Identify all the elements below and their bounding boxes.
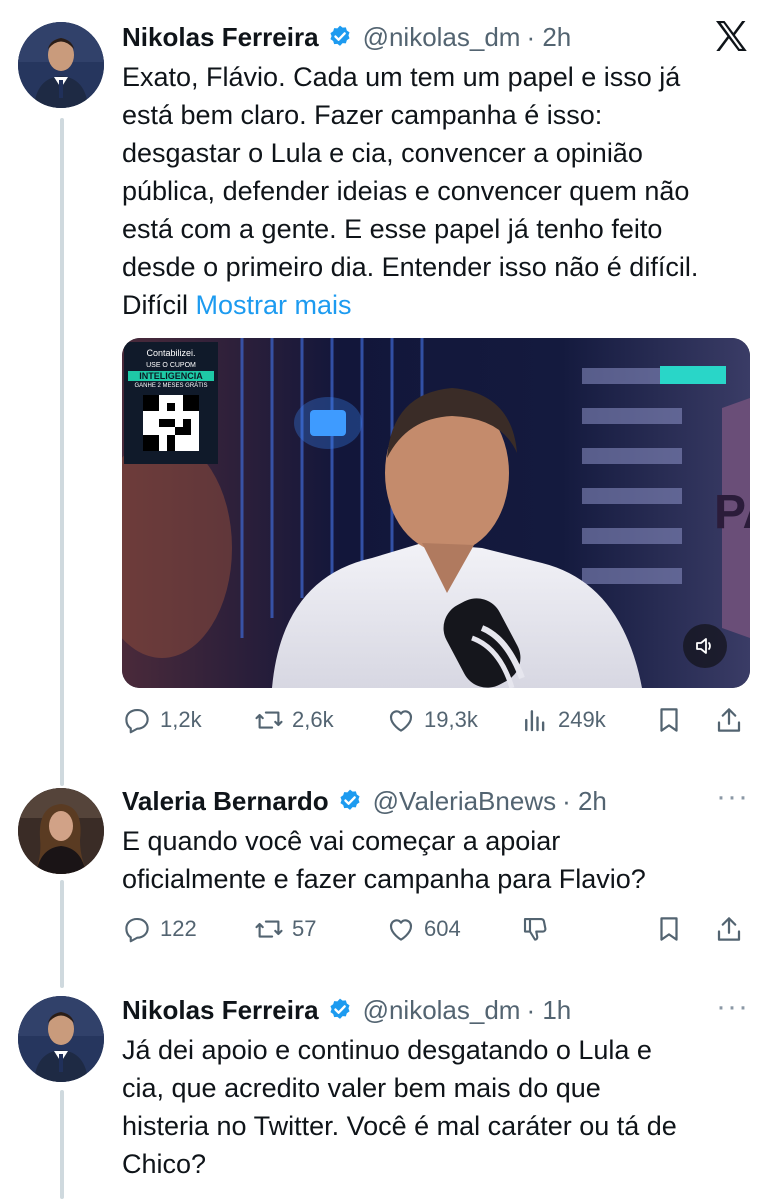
like-button[interactable]: 19,3k: [386, 700, 478, 740]
share-button[interactable]: [714, 909, 744, 949]
tweet-header: Nikolas Ferreira @nikolas_dm · 1h: [122, 993, 571, 1027]
tweet-text: Exato, Flávio. Cada um tem um papel e is…: [122, 58, 752, 324]
bookmark-button[interactable]: [654, 909, 684, 949]
username-handle[interactable]: @nikolas_dm: [363, 995, 521, 1026]
sponsor-line-1: USE O CUPOM: [146, 362, 196, 369]
timestamp[interactable]: · 2h: [526, 22, 571, 53]
reply-count: 122: [160, 916, 197, 941]
downvote-button[interactable]: [520, 909, 550, 949]
heart-icon: [389, 919, 413, 941]
reply-button[interactable]: 122: [122, 909, 197, 949]
display-name[interactable]: Valeria Bernardo: [122, 786, 329, 817]
sign-text: PA: [714, 486, 750, 539]
thread-line: [60, 1090, 64, 1199]
x-logo-icon[interactable]: [713, 18, 749, 54]
verified-badge-icon: [330, 998, 350, 1019]
thread-line: [60, 880, 64, 988]
avatar[interactable]: [18, 788, 104, 874]
mute-button[interactable]: [683, 624, 727, 668]
verified-badge-icon: [340, 789, 360, 810]
repost-icon: [255, 920, 283, 938]
like-count: 19,3k: [424, 707, 478, 732]
reply-icon: [125, 708, 149, 734]
tweet-video[interactable]: PA Contabilizei. USE O CUPOM INTELIGENCI…: [122, 338, 750, 688]
sponsor-brand: Contabilizei.: [146, 348, 196, 358]
views-button[interactable]: 249k: [520, 700, 606, 740]
speaker-muted-icon: [696, 638, 711, 654]
avatar[interactable]: [18, 996, 104, 1082]
like-button[interactable]: 604: [386, 909, 461, 949]
username-handle[interactable]: @nikolas_dm: [363, 22, 521, 53]
sponsor-overlay: Contabilizei. USE O CUPOM INTELIGENCIA G…: [124, 342, 218, 464]
sponsor-line-2: GANHE 2 MESES GRÁTIS: [134, 383, 208, 389]
thread-line: [60, 118, 64, 786]
display-name[interactable]: Nikolas Ferreira: [122, 22, 319, 53]
more-options-icon[interactable]: ···: [716, 780, 749, 814]
more-options-icon[interactable]: ···: [716, 990, 749, 1024]
thumbs-down-icon: [523, 917, 547, 941]
tweet-header: Nikolas Ferreira @nikolas_dm · 2h: [122, 20, 571, 54]
share-icon: [717, 708, 741, 732]
heart-icon: [389, 710, 413, 732]
username-handle[interactable]: @ValeriaBnews: [373, 786, 556, 817]
tweet-text: E quando você vai começar a apoiar ofici…: [122, 826, 646, 894]
tweet-header: Valeria Bernardo @ValeriaBnews · 2h: [122, 784, 607, 818]
reply-icon: [125, 917, 149, 943]
share-button[interactable]: [714, 700, 744, 740]
analytics-icon: [525, 710, 545, 732]
verified-badge-icon: [330, 25, 350, 46]
sponsor-coupon: INTELIGENCIA: [128, 371, 214, 381]
bookmark-button[interactable]: [654, 700, 684, 740]
timestamp[interactable]: · 1h: [526, 995, 571, 1026]
avatar[interactable]: [18, 22, 104, 108]
repost-button[interactable]: 2,6k: [254, 700, 334, 740]
bookmark-icon: [660, 708, 678, 732]
like-count: 604: [424, 916, 461, 941]
tweet-body: Exato, Flávio. Cada um tem um papel e is…: [122, 62, 699, 320]
tweet-text: Já dei apoio e continuo desgatando o Lul…: [122, 1035, 677, 1179]
reply-count: 1,2k: [160, 707, 202, 732]
bookmark-icon: [660, 917, 678, 941]
tweet-actions: 1,2k 2,6k 19,3k 249k: [122, 700, 752, 740]
qr-code-icon: [143, 395, 199, 451]
repost-icon: [255, 711, 283, 729]
timestamp[interactable]: · 2h: [562, 786, 607, 817]
view-count: 249k: [558, 707, 606, 732]
show-more-link[interactable]: Mostrar mais: [196, 290, 352, 320]
repost-button[interactable]: 57: [254, 909, 316, 949]
repost-count: 2,6k: [292, 707, 334, 732]
share-icon: [717, 917, 741, 941]
repost-count: 57: [292, 916, 317, 941]
tweet-actions: 122 57 604: [122, 909, 752, 949]
reply-button[interactable]: 1,2k: [122, 700, 202, 740]
display-name[interactable]: Nikolas Ferreira: [122, 995, 319, 1026]
